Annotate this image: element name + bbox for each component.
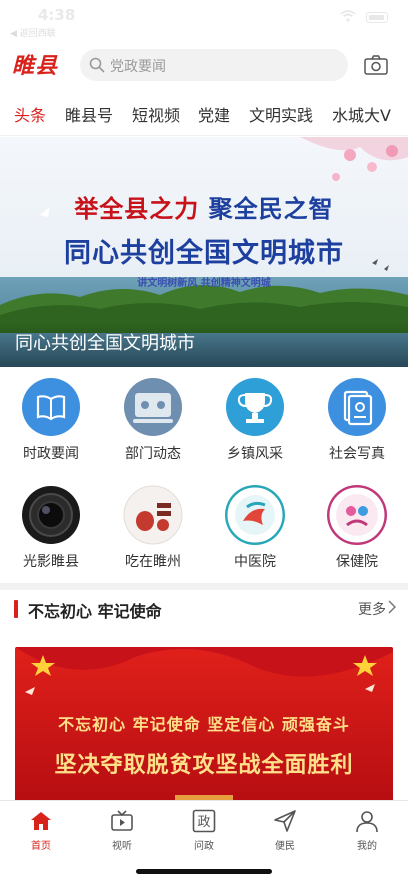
nav-label: 我的 [357,841,377,852]
battery-icon [366,12,388,23]
headline-banner[interactable]: 举全县之力 聚全民之智 同心共创全国文明城市 讲文明树新风 共创精神文明城 同心… [0,137,408,367]
banner-slogan-3: 讲文明树新风 共创精神文明城 [137,278,271,289]
grid-item-light-shadow[interactable]: 光影睢县 [0,475,102,579]
app-screen: 4:38 ◀ 返回西联 睢县 党政要闻 头条 睢县号 短视频 党建 文明实践 水… [0,0,408,883]
user-icon [356,811,378,833]
nav-home[interactable]: 首页 [0,807,82,857]
grid-label: 乡镇风采 [227,446,283,462]
nav-convenience[interactable]: 便民 [244,807,326,857]
grid-label: 中医院 [234,554,276,570]
promo-slogan-2: 坚决夺取脱贫攻坚战全面胜利 [54,753,354,778]
grid-label: 光影睢县 [23,554,79,570]
section-header: 不忘初心 牢记使命 更多 [0,590,408,634]
grid-item-tcm-hospital[interactable]: 中医院 [204,475,306,579]
food-icon [123,485,183,545]
banner-slogan-2: 同心共创全国文明城市 [64,238,344,269]
app-header: 睢县 党政要闻 [0,38,408,90]
home-indicator [136,869,272,874]
channel-tabs: 头条 睢县号 短视频 党建 文明实践 水城大V [0,90,408,136]
grid-item-department-news[interactable]: 部门动态 [102,367,204,471]
promo-slogan-1: 不忘初心 牢记使命 坚定信心 顽强奋斗 [58,715,350,734]
section-accent-bar [14,600,18,618]
banner-slogan-1: 举全县之力 聚全民之智 [0,189,408,224]
nav-politics-qa[interactable]: 政 问政 [163,807,245,857]
tab-party-building[interactable]: 党建 [198,102,230,126]
tab-short-video[interactable]: 短视频 [132,102,180,126]
camera-lens-icon [22,486,80,544]
grid-label: 保健院 [336,554,378,570]
nav-audio-video[interactable]: 视听 [81,807,163,857]
nav-mine[interactable]: 我的 [326,807,408,857]
grid-label: 部门动态 [125,446,181,462]
grid-item-township-style[interactable]: 乡镇风采 [204,367,306,471]
grid-item-health-center[interactable]: 保健院 [306,475,408,579]
politics-icon: 政 [192,809,216,833]
tab-suixian-hao[interactable]: 睢县号 [65,102,113,126]
search-bar[interactable]: 党政要闻 [80,49,348,81]
camera-icon[interactable] [364,55,388,75]
home-icon [31,812,51,830]
wifi-icon [340,10,356,22]
tab-water-city-v[interactable]: 水城大V [332,102,391,126]
hospital-logo-icon [225,485,285,545]
book-icon [22,378,80,436]
grid-item-political-news[interactable]: 时政要闻 [0,367,102,471]
send-icon [274,810,296,832]
tab-civilization-practice[interactable]: 文明实践 [249,102,313,126]
search-placeholder: 党政要闻 [110,59,166,75]
nav-label: 便民 [275,841,295,852]
banner-caption: 同心共创全国文明城市 [15,333,195,354]
tab-headlines[interactable]: 头条 [14,102,46,126]
nav-label: 问政 [194,841,214,852]
status-time: 4:38 [38,6,76,24]
grid-label: 吃在睢州 [125,554,181,570]
grid-label: 社会写真 [329,446,385,462]
nav-label: 视听 [112,841,132,852]
section-divider [0,583,408,590]
health-center-logo-icon [327,485,387,545]
search-icon [89,57,105,73]
document-icon [328,378,386,436]
tv-icon [111,810,133,831]
banner-slogan-1a: 举全县之力 [74,195,200,223]
nav-label: 首页 [31,841,51,852]
category-grid: 时政要闻 部门动态 乡镇风采 社会写真 光影睢县 吃在睢州 中医院 保健院 [0,367,408,583]
grid-item-society-portrait[interactable]: 社会写真 [306,367,408,471]
app-logo: 睢县 [12,53,59,79]
section-feature-image[interactable]: 不忘初心 牢记使命 坚定信心 顽强奋斗 坚决夺取脱贫攻坚战全面胜利 [15,647,393,807]
more-link[interactable]: 更多 [358,599,386,619]
section-title: 不忘初心 牢记使命 [28,602,162,621]
back-to-app-link[interactable]: ◀ 返回西联 [10,26,56,39]
trophy-icon [226,378,284,436]
svg-text:政: 政 [197,815,210,830]
status-bar: 4:38 ◀ 返回西联 [0,0,408,39]
chevron-right-icon[interactable] [388,600,396,614]
grid-item-eat-in-suizhou[interactable]: 吃在睢州 [102,475,204,579]
grid-label: 时政要闻 [23,446,79,462]
meeting-icon [124,378,182,436]
banner-slogan-1b: 聚全民之智 [208,195,334,223]
